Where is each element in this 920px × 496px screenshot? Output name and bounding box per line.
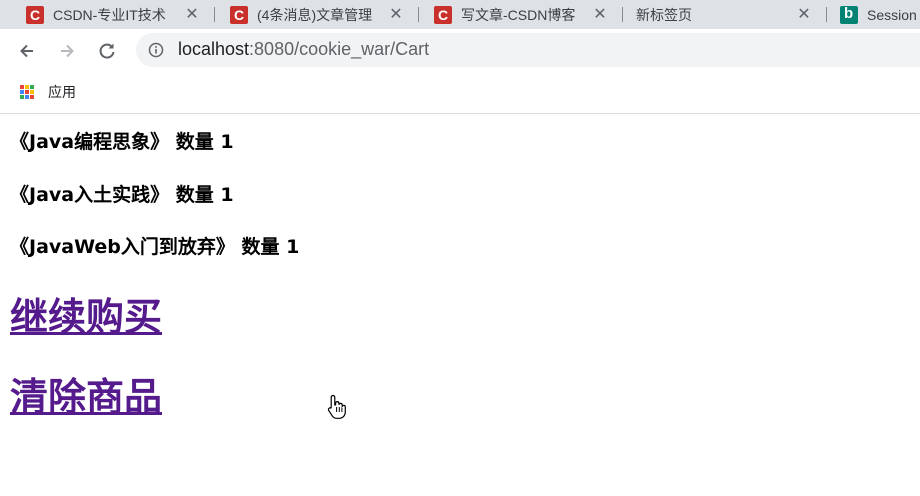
info-icon[interactable] (148, 42, 164, 58)
tab-title: Session (867, 6, 917, 23)
apps-bookmark[interactable]: 应用 (20, 82, 76, 102)
cart-item: 《Java入土实践》 数量 1 (10, 184, 234, 206)
bookmarks-bar: 应用 (0, 72, 920, 114)
tab-csdn-home[interactable]: C CSDN-专业IT技术 ✕ (0, 0, 214, 29)
continue-shopping-link[interactable]: 继续购买 (10, 286, 162, 341)
csdn-icon: C (26, 5, 44, 24)
reload-button[interactable] (92, 36, 122, 66)
browser-toolbar: localhost:8080/cookie_war/Cart (0, 29, 920, 72)
bing-icon (840, 5, 858, 24)
url-host: localhost (178, 39, 250, 59)
csdn-icon: C (434, 5, 452, 24)
apps-label: 应用 (48, 85, 76, 101)
url-text: localhost:8080/cookie_war/Cart (178, 39, 429, 60)
reload-icon (99, 43, 115, 59)
back-button[interactable] (12, 36, 42, 66)
tab-write-article[interactable]: C 写文章-CSDN博客 ✕ (408, 0, 622, 29)
cart-page: 《Java编程思象》 数量 1 《Java入土实践》 数量 1 《JavaWeb… (0, 114, 920, 496)
tab-strip: C CSDN-专业IT技术 ✕ C (4条消息)文章管理 ✕ C 写文章-CSD… (0, 0, 920, 29)
forward-button[interactable] (52, 36, 82, 66)
tab-title: 新标签页 (636, 6, 692, 23)
close-icon[interactable]: ✕ (592, 6, 608, 22)
tab-title: CSDN-专业IT技术 (53, 6, 166, 23)
cart-item: 《Java编程思象》 数量 1 (10, 131, 234, 153)
hand-cursor-icon (327, 394, 346, 419)
url-path: :8080/cookie_war/Cart (249, 39, 430, 59)
forward-arrow-icon (61, 44, 74, 58)
tab-title: 写文章-CSDN博客 (461, 6, 576, 23)
tab-new-tab[interactable]: 新标签页 ✕ (612, 0, 826, 29)
close-icon[interactable]: ✕ (388, 6, 404, 22)
address-bar[interactable]: localhost:8080/cookie_war/Cart (136, 33, 920, 67)
clear-cart-link[interactable]: 清除商品 (10, 366, 162, 421)
apps-grid-icon (20, 85, 34, 99)
close-icon[interactable]: ✕ (184, 6, 200, 22)
close-icon[interactable]: ✕ (796, 6, 812, 22)
tab-title: (4条消息)文章管理 (257, 6, 373, 23)
csdn-icon: C (230, 5, 248, 24)
tab-session[interactable]: Session (814, 0, 920, 29)
tab-article-manage[interactable]: C (4条消息)文章管理 ✕ (204, 0, 418, 29)
back-arrow-icon (20, 44, 33, 58)
cart-item: 《JavaWeb入门到放弃》 数量 1 (10, 236, 300, 258)
